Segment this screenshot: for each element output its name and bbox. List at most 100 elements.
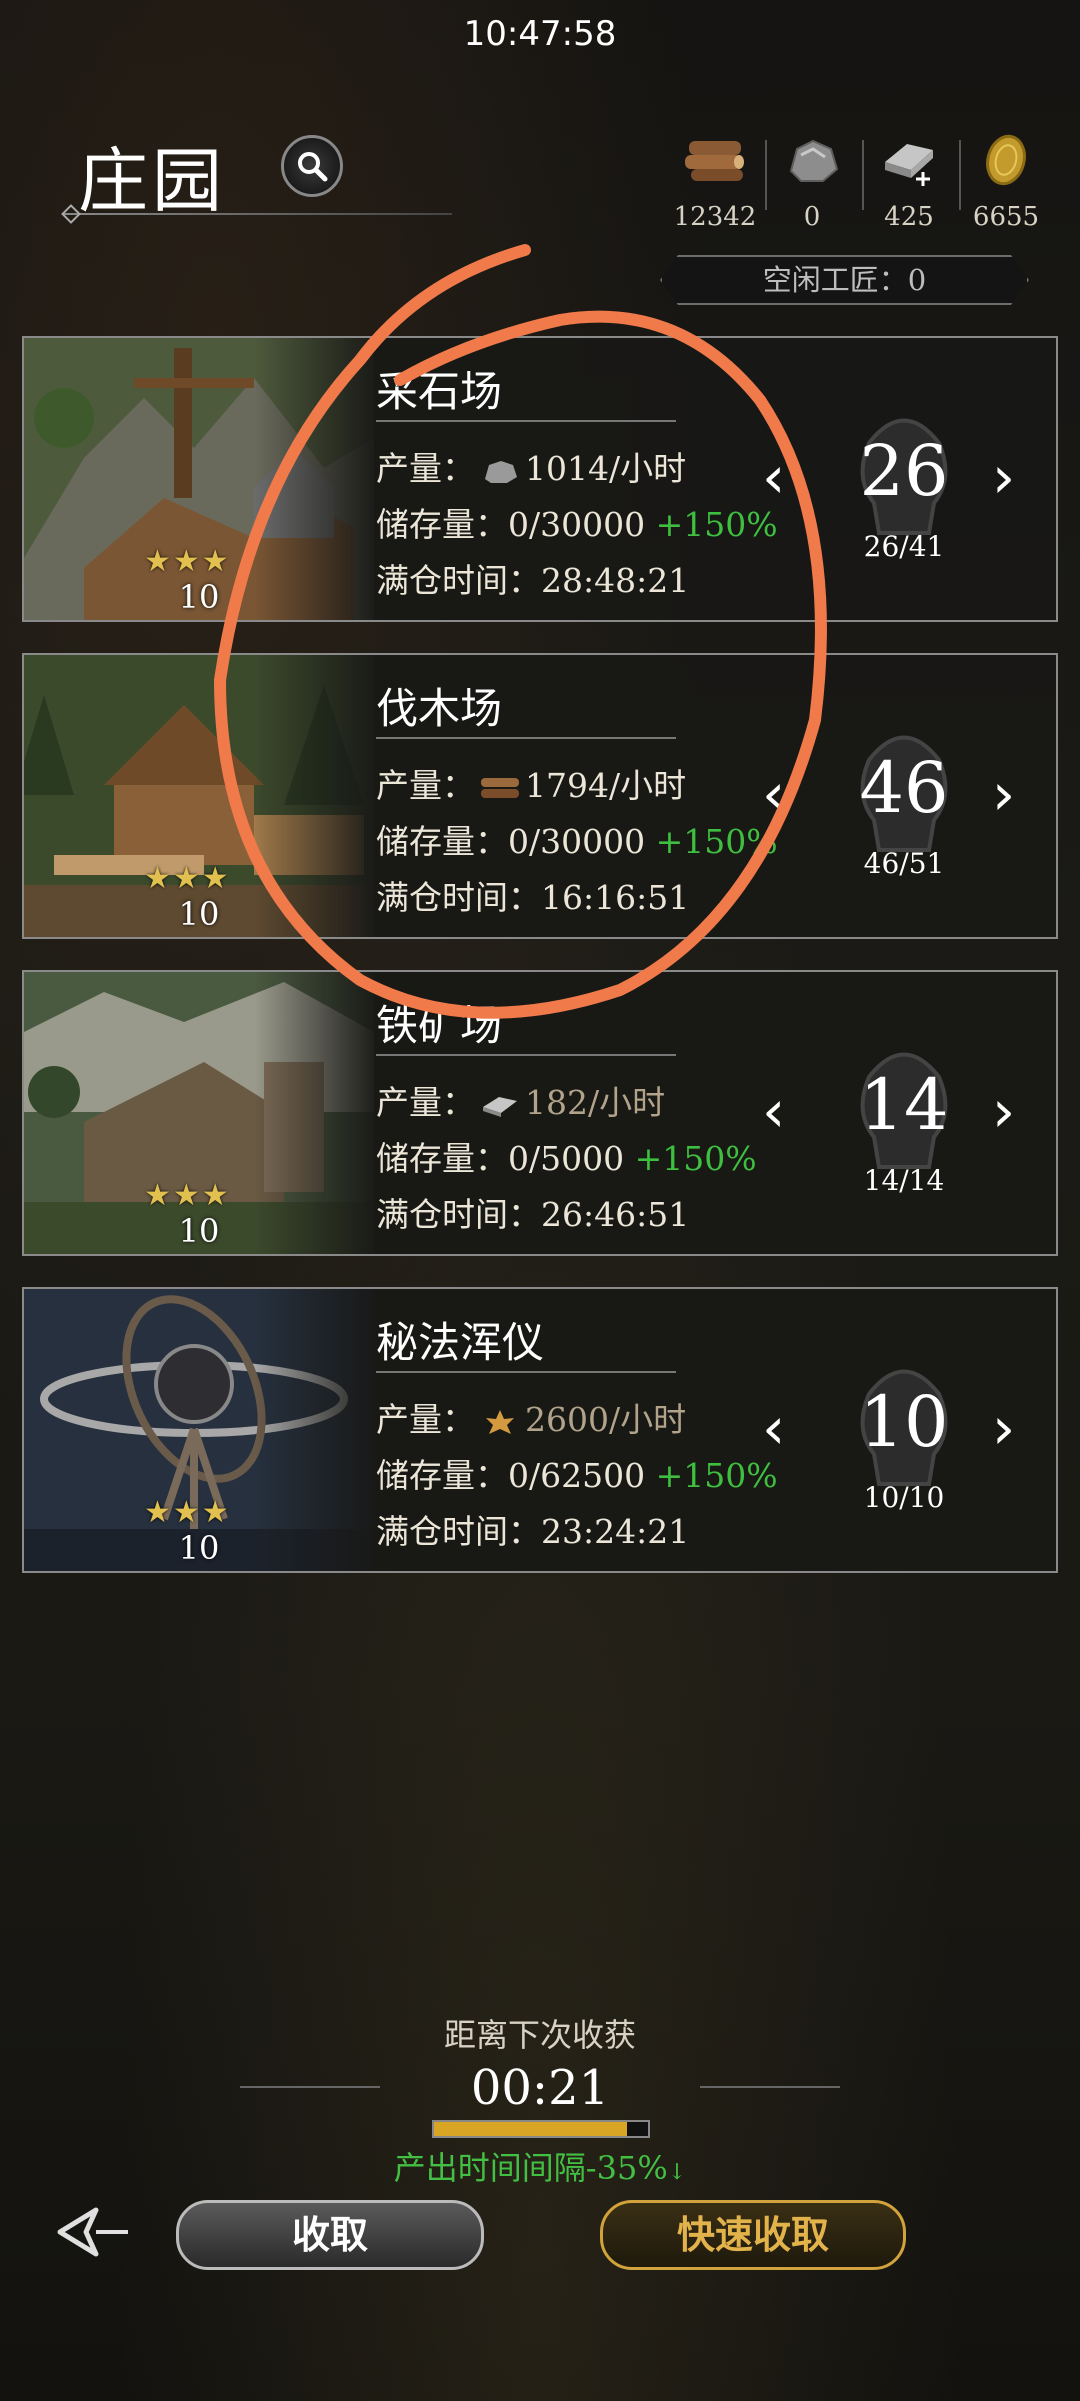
worker-capacity: 26/41: [863, 530, 945, 563]
storage-row: 储存量：0/5000 +150%: [376, 1132, 757, 1180]
output-interval-bonus: 产出时间间隔-35%↓: [0, 2143, 1080, 2189]
worker-capacity: 46/51: [863, 847, 945, 880]
worker-count: 14: [859, 1064, 949, 1146]
stone-icon: [789, 139, 839, 182]
storage-value: 0/30000: [508, 505, 646, 544]
idle-workers-banner: 空闲工匠：0: [660, 255, 1029, 305]
full-time-row: 满仓时间：16:16:51: [376, 871, 689, 919]
fast-collect-button[interactable]: 快速收取: [600, 2200, 906, 2270]
building-name: 秘法浑仪: [376, 1318, 545, 1367]
harvest-timer: 00:21: [470, 2060, 610, 2116]
storage-boost: +150%: [634, 1139, 757, 1178]
increase-workers-button[interactable]: ›: [992, 760, 1015, 828]
search-button[interactable]: [281, 135, 343, 197]
search-icon: [298, 152, 328, 182]
decrease-workers-button[interactable]: ‹: [762, 443, 785, 511]
storage-boost: +150%: [655, 1456, 778, 1495]
output-label: 产量：: [376, 1083, 475, 1122]
arcane-icon: [486, 1410, 514, 1434]
status-bar-time: 10:47:58: [463, 14, 617, 54]
harvest-progress-bar: [432, 2120, 650, 2138]
decrease-workers-button[interactable]: ‹: [762, 1077, 785, 1145]
building-card-quarry[interactable]: ★★★ 10 采石场 产量： 1014/小时 储存量：0/30000 +150% …: [22, 336, 1058, 622]
back-arrow-icon[interactable]: [56, 2200, 136, 2264]
full-time-label: 满仓时间：: [376, 1512, 541, 1551]
storage-label: 储存量：: [376, 1139, 508, 1178]
gold-coin-icon: [986, 134, 1026, 186]
down-arrow-icon: ↓: [667, 2160, 687, 2185]
resource-stone[interactable]: 0: [757, 130, 867, 232]
stone-icon: [485, 461, 517, 483]
increase-workers-button[interactable]: ›: [992, 443, 1015, 511]
building-level: 10: [178, 578, 220, 616]
decrease-workers-button[interactable]: ‹: [762, 1394, 785, 1462]
output-value: 1794/小时: [525, 766, 687, 805]
storage-boost: +150%: [655, 505, 778, 544]
next-harvest-label: 距离下次收获: [443, 2016, 636, 2054]
building-level: 10: [178, 895, 220, 933]
full-time-value: 26:46:51: [541, 1195, 690, 1234]
storage-label: 储存量：: [376, 1456, 508, 1495]
title-underline: [62, 213, 452, 215]
storage-row: 储存量：0/30000 +150%: [376, 815, 778, 863]
iron-icon: [483, 1097, 517, 1117]
decrease-workers-button[interactable]: ‹: [762, 760, 785, 828]
storage-label: 储存量：: [376, 822, 508, 861]
full-time-row: 满仓时间：23:24:21: [376, 1505, 689, 1553]
building-stars: ★★★: [144, 544, 231, 579]
output-label: 产量：: [376, 449, 475, 488]
increase-workers-button[interactable]: ›: [992, 1077, 1015, 1145]
building-stars: ★★★: [144, 1495, 231, 1530]
storage-row: 储存量：0/30000 +150%: [376, 498, 778, 546]
output-label: 产量：: [376, 1400, 475, 1439]
building-name: 采石场: [376, 367, 503, 416]
resource-wood[interactable]: 12342: [660, 130, 770, 232]
building-name: 铁矿场: [376, 1001, 503, 1050]
output-interval-text: 产出时间间隔-35%: [393, 2149, 668, 2187]
building-level: 10: [178, 1529, 220, 1567]
worker-count: 10: [859, 1381, 949, 1463]
full-time-value: 28:48:21: [541, 561, 690, 600]
full-time-row: 满仓时间：26:46:51: [376, 1188, 689, 1236]
name-underline: [376, 1371, 676, 1373]
output-value: 1014/小时: [525, 449, 687, 488]
building-name: 伐木场: [376, 684, 503, 733]
output-row: 产量： 182/小时: [376, 1076, 665, 1124]
full-time-label: 满仓时间：: [376, 561, 541, 600]
storage-label: 储存量：: [376, 505, 508, 544]
worker-capacity: 10/10: [863, 1481, 945, 1514]
collect-button[interactable]: 收取: [176, 2200, 484, 2270]
increase-workers-button[interactable]: ›: [992, 1394, 1015, 1462]
wood-icon: [685, 141, 744, 181]
building-stars: ★★★: [144, 861, 231, 896]
resource-iron[interactable]: 425: [854, 130, 964, 232]
output-row: 产量： 1014/小时: [376, 442, 686, 490]
storage-value: 0/5000: [508, 1139, 625, 1178]
name-underline: [376, 1054, 676, 1056]
full-time-row: 满仓时间：28:48:21: [376, 554, 689, 602]
building-card-iron-mine[interactable]: ★★★ 10 铁矿场 产量： 182/小时 储存量：0/5000 +150% 满仓…: [22, 970, 1058, 1256]
storage-row: 储存量：0/62500 +150%: [376, 1449, 778, 1497]
worker-count: 46: [859, 747, 949, 829]
storage-value: 0/62500: [508, 1456, 646, 1495]
timer-divider-right: [700, 2086, 840, 2088]
wood-icon: [481, 778, 519, 798]
output-value: 2600/小时: [525, 1400, 687, 1439]
building-level: 10: [178, 1212, 220, 1250]
storage-boost: +150%: [655, 822, 778, 861]
storage-value: 0/30000: [508, 822, 646, 861]
building-card-lumber-mill[interactable]: ★★★ 10 伐木场 产量： 1794/小时 储存量：0/30000 +150% …: [22, 653, 1058, 939]
building-card-arcane-armillary[interactable]: ★★★ 10 秘法浑仪 产量： 2600/小时 储存量：0/62500 +150%…: [22, 1287, 1058, 1573]
full-time-label: 满仓时间：: [376, 1195, 541, 1234]
output-value: 182/小时: [525, 1083, 666, 1122]
worker-count: 26: [859, 430, 949, 512]
full-time-value: 23:24:21: [541, 1512, 690, 1551]
resource-gold[interactable]: 6655: [951, 130, 1061, 232]
resource-stone-value: 0: [803, 202, 821, 232]
harvest-progress-fill: [434, 2122, 627, 2136]
worker-capacity: 14/14: [863, 1164, 945, 1197]
name-underline: [376, 737, 676, 739]
full-time-label: 满仓时间：: [376, 878, 541, 917]
output-label: 产量：: [376, 766, 475, 805]
full-time-value: 16:16:51: [541, 878, 690, 917]
